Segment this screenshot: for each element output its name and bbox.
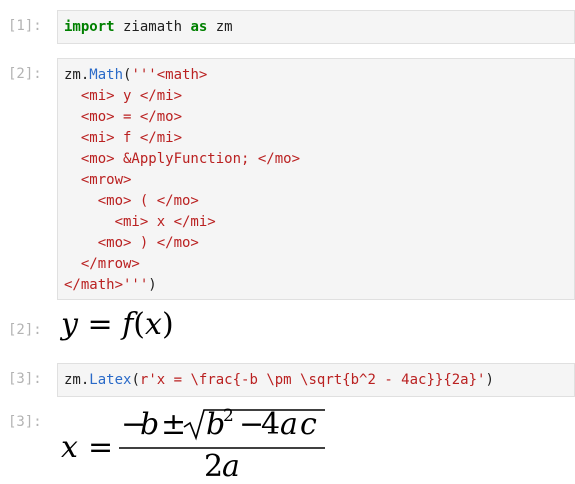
module-name: ziamath bbox=[114, 19, 191, 35]
alias-name: zm bbox=[207, 19, 233, 35]
string-line: <mi> x </mi> bbox=[64, 214, 216, 230]
function-name: Math bbox=[89, 67, 124, 83]
math-number: 2 bbox=[204, 449, 223, 480]
math-var: a bbox=[280, 408, 298, 442]
code-text: import ziamath as zm bbox=[58, 11, 574, 38]
math-var: x bbox=[145, 307, 162, 342]
string-line: <mo> = </mo> bbox=[64, 109, 183, 125]
cell-1-code[interactable]: import ziamath as zm bbox=[57, 10, 575, 44]
quadratic-formula: x = − b ± b 2 − 4 a c 2 a bbox=[61, 406, 325, 484]
math-number: 4 bbox=[261, 408, 280, 442]
math-operator: = bbox=[88, 430, 113, 465]
string-line: <mo> ( </mo> bbox=[64, 193, 199, 209]
output-2-prompt: [2]: bbox=[8, 322, 42, 338]
string-line: <mi> f </mi> bbox=[64, 130, 183, 146]
string-line: <mrow> bbox=[64, 172, 132, 188]
function-name: Latex bbox=[89, 372, 132, 388]
cell-3-prompt: [3]: bbox=[8, 371, 42, 387]
code-prefix: zm. bbox=[64, 67, 90, 83]
string-literal: r'x = \frac{-b \pm \sqrt{b^2 - 4ac}}{2a}… bbox=[139, 372, 486, 388]
cell-1-prompt: [1]: bbox=[8, 18, 42, 34]
paren-open: ( bbox=[131, 372, 140, 388]
output-3-math: x = − b ± b 2 − 4 a c 2 a bbox=[61, 406, 361, 484]
keyword: import bbox=[64, 19, 115, 35]
code-text: zm.Latex(r'x = \frac{-b \pm \sqrt{b^2 - … bbox=[58, 364, 574, 391]
math-exponent: 2 bbox=[223, 408, 234, 426]
math-paren: ) bbox=[161, 307, 174, 342]
cell-2-prompt: [2]: bbox=[8, 66, 42, 82]
math-var: x bbox=[61, 430, 78, 465]
code-prefix: zm. bbox=[64, 372, 90, 388]
string-line: </math>''' bbox=[64, 277, 149, 293]
string-line: '''<math> bbox=[131, 67, 208, 83]
math-pm: ± bbox=[161, 408, 186, 442]
math-var: a bbox=[222, 449, 240, 480]
math-operator: = bbox=[87, 307, 113, 342]
math-var: y bbox=[61, 307, 78, 342]
string-line: <mo> ) </mo> bbox=[64, 235, 199, 251]
string-line: </mrow> bbox=[64, 256, 140, 272]
output-3-prompt: [3]: bbox=[8, 414, 42, 430]
math-var: c bbox=[300, 408, 317, 442]
math-paren: ( bbox=[133, 307, 146, 342]
math-var: f bbox=[122, 307, 134, 342]
cell-3-code[interactable]: zm.Latex(r'x = \frac{-b \pm \sqrt{b^2 - … bbox=[57, 363, 575, 397]
keyword: as bbox=[190, 19, 208, 35]
string-line: <mo> &ApplyFunction; </mo> bbox=[64, 151, 301, 167]
string-line: <mi> y </mi> bbox=[64, 88, 183, 104]
cell-2-code[interactable]: zm.Math('''<math> <mi> y </mi> <mo> = </… bbox=[57, 58, 575, 300]
paren-close: ) bbox=[148, 277, 157, 293]
paren-close: ) bbox=[485, 372, 494, 388]
output-2-math: y = f(x) bbox=[61, 307, 174, 342]
code-text: zm.Math('''<math> <mi> y </mi> <mo> = </… bbox=[58, 59, 574, 296]
math-var: b bbox=[140, 408, 159, 442]
